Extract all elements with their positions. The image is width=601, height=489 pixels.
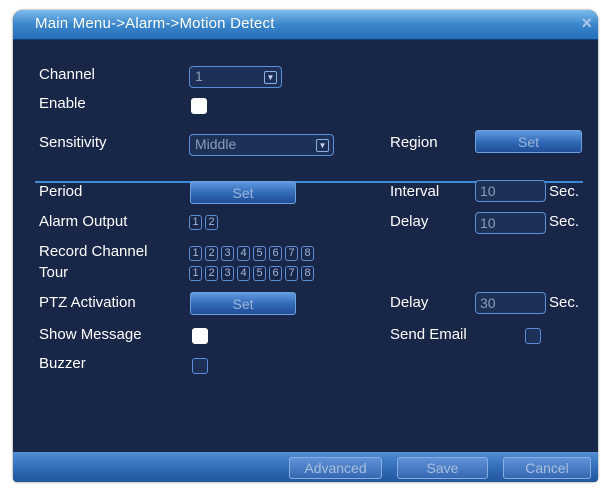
enable-checkbox[interactable] [191, 98, 207, 114]
region-set-button[interactable]: Set [475, 130, 582, 153]
delay-value: 10 [480, 215, 496, 231]
record-channel-4[interactable]: 4 [237, 246, 250, 261]
record-channel-5[interactable]: 5 [253, 246, 266, 261]
alarm-output-1[interactable]: 1 [189, 215, 202, 230]
delay-label: Delay [390, 213, 429, 230]
buzzer-label: Buzzer [39, 355, 86, 372]
ptz-delay-unit: Sec. [549, 294, 580, 311]
region-label: Region [390, 134, 438, 151]
sensitivity-label: Sensitivity [39, 134, 107, 151]
alarm-output-label: Alarm Output [39, 213, 128, 230]
period-label: Period [39, 183, 83, 200]
chevron-down-icon: ▼ [316, 139, 329, 152]
record-channel-2[interactable]: 2 [205, 246, 218, 261]
tour-1[interactable]: 1 [189, 266, 202, 281]
ptz-delay-label: Delay [390, 294, 429, 311]
record-channel-8[interactable]: 8 [301, 246, 314, 261]
ptz-activation-label: PTZ Activation [39, 294, 136, 311]
period-set-button[interactable]: Set [190, 181, 296, 204]
record-channel-1[interactable]: 1 [189, 246, 202, 261]
advanced-button[interactable]: Advanced [289, 457, 382, 479]
delay-unit: Sec. [549, 213, 580, 230]
interval-unit: Sec. [549, 183, 580, 200]
record-channel-label: Record Channel [39, 243, 148, 260]
ptz-set-button[interactable]: Set [190, 292, 296, 315]
show-message-label: Show Message [39, 326, 142, 343]
cancel-button[interactable]: Cancel [503, 457, 591, 479]
tour-6[interactable]: 6 [269, 266, 282, 281]
title-bar: Main Menu->Alarm->Motion Detect × [13, 10, 598, 40]
tour-label: Tour [39, 264, 69, 281]
tour-3[interactable]: 3 [221, 266, 234, 281]
chevron-down-icon: ▼ [264, 71, 277, 84]
ptz-delay-input[interactable]: 30 [475, 292, 546, 314]
save-button[interactable]: Save [397, 457, 488, 479]
record-channel-7[interactable]: 7 [285, 246, 298, 261]
tour-7[interactable]: 7 [285, 266, 298, 281]
record-channel-3[interactable]: 3 [221, 246, 234, 261]
show-message-checkbox[interactable] [192, 328, 208, 344]
delay-input[interactable]: 10 [475, 212, 546, 234]
close-icon[interactable]: × [581, 13, 592, 34]
motion-detect-window: Main Menu->Alarm->Motion Detect × Channe… [13, 10, 598, 482]
tour-8[interactable]: 8 [301, 266, 314, 281]
channel-label: Channel [39, 66, 95, 83]
tour-2[interactable]: 2 [205, 266, 218, 281]
sensitivity-value: Middle [195, 136, 237, 152]
send-email-label: Send Email [390, 326, 467, 343]
tour-4[interactable]: 4 [237, 266, 250, 281]
buzzer-checkbox[interactable] [192, 358, 208, 374]
channel-value: 1 [195, 68, 203, 84]
window-title: Main Menu->Alarm->Motion Detect [35, 15, 275, 32]
record-channel-6[interactable]: 6 [269, 246, 282, 261]
channel-select[interactable]: 1 ▼ [189, 66, 282, 88]
tour-5[interactable]: 5 [253, 266, 266, 281]
footer-bar: Advanced Save Cancel [13, 452, 598, 482]
enable-label: Enable [39, 95, 86, 112]
interval-input[interactable]: 10 [475, 180, 546, 202]
interval-value: 10 [480, 183, 496, 199]
sensitivity-select[interactable]: Middle ▼ [189, 134, 334, 156]
alarm-output-2[interactable]: 2 [205, 215, 218, 230]
send-email-checkbox[interactable] [525, 328, 541, 344]
interval-label: Interval [390, 183, 440, 200]
ptz-delay-value: 30 [480, 295, 496, 311]
